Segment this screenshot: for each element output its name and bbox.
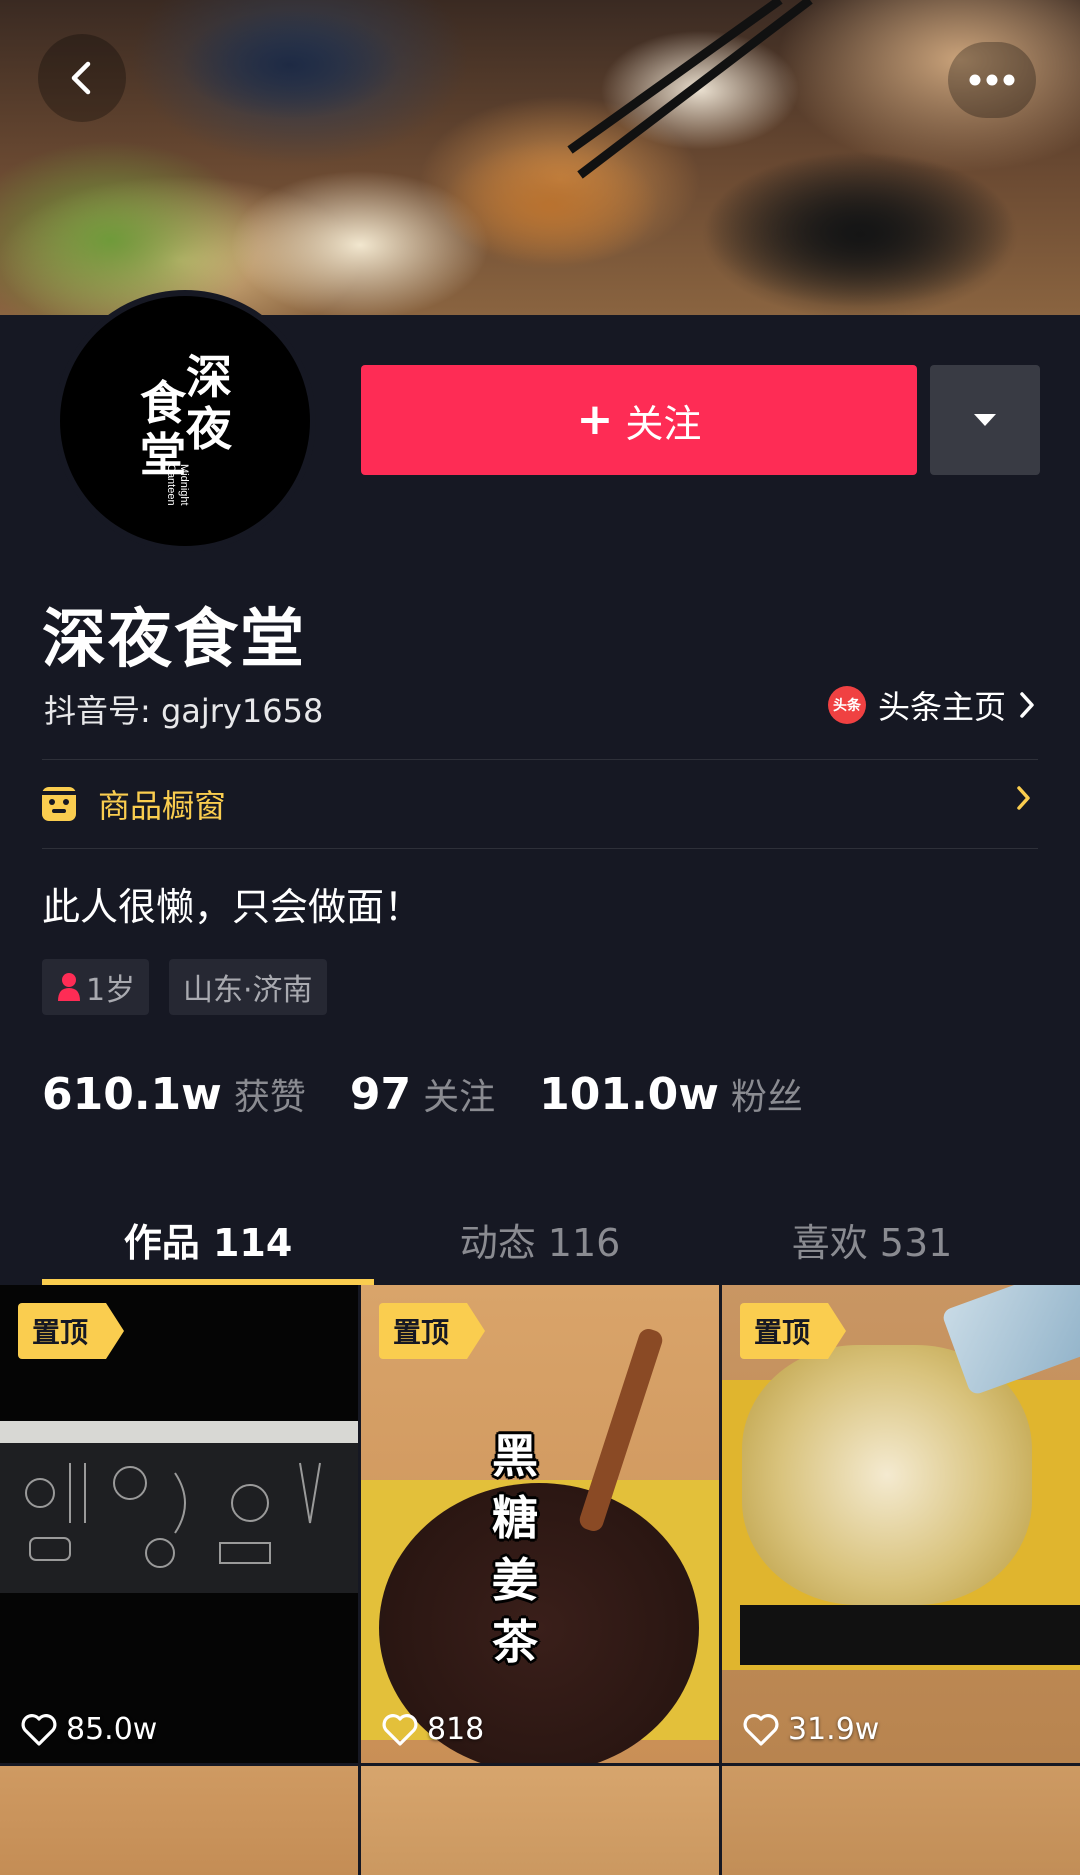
follow-label: 关注 bbox=[625, 401, 702, 446]
video-thumbnail[interactable]: 置顶 31.9w bbox=[722, 1285, 1080, 1763]
toutiao-homepage-link[interactable]: 头条 头条主页 bbox=[827, 682, 1036, 728]
video-thumbnail[interactable] bbox=[0, 1766, 358, 1875]
tab-moments[interactable]: 动态 116 bbox=[374, 1195, 706, 1283]
overlay-char: 糖 bbox=[492, 1491, 538, 1545]
toutiao-logo-icon: 头条 bbox=[827, 686, 866, 724]
tab-likes[interactable]: 喜欢 531 bbox=[706, 1195, 1038, 1283]
video-thumbnail[interactable] bbox=[361, 1766, 719, 1875]
following-count[interactable]: 97 bbox=[350, 1069, 411, 1120]
video-thumbnail[interactable]: 黑 糖 姜 茶 置顶 818 bbox=[361, 1285, 719, 1763]
avatar-char: 夜 bbox=[186, 402, 232, 456]
thumbnail-backsplash bbox=[0, 1443, 358, 1593]
follow-button[interactable]: + 关注 bbox=[361, 365, 917, 475]
more-dots-icon bbox=[969, 74, 1015, 86]
plus-icon: + bbox=[576, 394, 614, 445]
avatar-char: 食 bbox=[140, 376, 186, 430]
douyin-id: 抖音号: gajry1658 bbox=[44, 692, 324, 730]
chevron-right-icon bbox=[1017, 786, 1030, 810]
profile-name: 深夜食堂 bbox=[42, 603, 306, 677]
age-label: 1岁 bbox=[86, 973, 136, 1008]
video-thumbnail[interactable]: 置顶 85.0w bbox=[0, 1285, 358, 1763]
like-count-value: 85.0w bbox=[66, 1712, 158, 1747]
overlay-char: 茶 bbox=[492, 1615, 538, 1669]
pinned-badge: 置顶 bbox=[379, 1303, 486, 1359]
cover-banner-image bbox=[0, 0, 1080, 315]
heart-outline-icon bbox=[382, 1713, 418, 1746]
thumbnail-burner bbox=[740, 1605, 1080, 1665]
recommend-dropdown-button[interactable] bbox=[930, 365, 1040, 475]
thumbnail-shelf bbox=[0, 1421, 358, 1443]
video-overlay-title: 黑 糖 姜 茶 bbox=[489, 1425, 541, 1673]
like-count-value: 818 bbox=[427, 1712, 485, 1747]
like-count: 31.9w bbox=[742, 1712, 879, 1747]
shop-window-label: 商品橱窗 bbox=[98, 787, 227, 825]
heart-outline-icon bbox=[21, 1713, 57, 1746]
location-tag: 山东·济南 bbox=[169, 959, 327, 1015]
pinned-badge: 置顶 bbox=[18, 1303, 125, 1359]
avatar[interactable]: 深 夜 食 堂 Midnight Canteen bbox=[54, 290, 316, 552]
like-count: 85.0w bbox=[20, 1712, 157, 1747]
divider bbox=[42, 848, 1038, 849]
video-thumbnail[interactable] bbox=[722, 1766, 1080, 1875]
chopsticks-graphic bbox=[567, 0, 813, 179]
avatar-en-text: Canteen bbox=[165, 464, 177, 506]
stats-row: 610.1w 获赞 97 关注 101.0w 粉丝 bbox=[42, 1068, 847, 1120]
shop-window-icon bbox=[42, 787, 76, 821]
following-label[interactable]: 关注 bbox=[423, 1068, 495, 1120]
avatar-en-text: Midnight bbox=[178, 464, 190, 506]
toutiao-label: 头条主页 bbox=[877, 688, 1006, 726]
likes-count: 610.1w bbox=[42, 1069, 222, 1120]
back-arrow-icon bbox=[71, 61, 91, 95]
caret-down-icon bbox=[974, 414, 996, 426]
tab-works[interactable]: 作品 114 bbox=[42, 1195, 374, 1285]
age-tag: 1岁 bbox=[42, 959, 150, 1015]
back-button[interactable] bbox=[38, 34, 126, 122]
overlay-char: 姜 bbox=[492, 1553, 538, 1607]
avatar-logo: 深 夜 食 堂 Midnight Canteen bbox=[60, 296, 310, 546]
likes-label: 获赞 bbox=[233, 1077, 306, 1118]
location-label: 山东·济南 bbox=[183, 973, 313, 1008]
followers-count[interactable]: 101.0w bbox=[539, 1069, 719, 1120]
overlay-char: 黑 bbox=[492, 1429, 538, 1483]
like-count: 818 bbox=[381, 1712, 484, 1747]
pinned-badge: 置顶 bbox=[740, 1303, 847, 1359]
shop-window-row[interactable]: 商品橱窗 bbox=[42, 760, 1038, 848]
gender-female-icon bbox=[58, 973, 80, 1001]
kitchen-pattern-graphic bbox=[25, 1462, 321, 1568]
heart-outline-icon bbox=[743, 1713, 779, 1746]
chevron-right-icon bbox=[1020, 692, 1034, 718]
more-options-button[interactable] bbox=[948, 42, 1036, 118]
profile-bio: 此人很懒，只会做面！ bbox=[42, 885, 423, 929]
like-count-value: 31.9w bbox=[788, 1712, 880, 1747]
followers-label[interactable]: 粉丝 bbox=[731, 1068, 803, 1120]
avatar-char: 深 bbox=[186, 350, 232, 404]
profile-tabs: 作品 114 动态 116 喜欢 531 bbox=[42, 1195, 1038, 1285]
